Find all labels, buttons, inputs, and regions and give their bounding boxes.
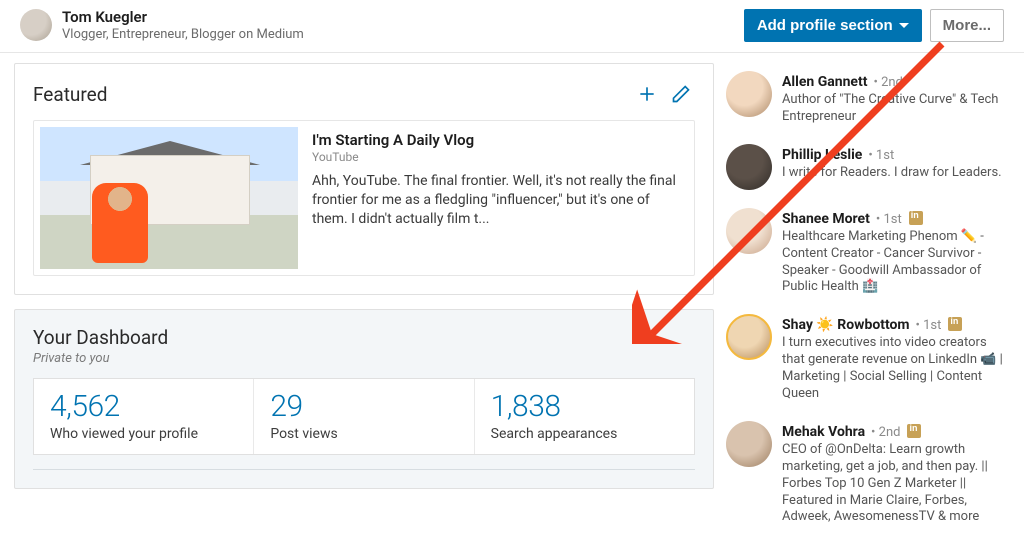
user-headline: Vlogger, Entrepreneur, Blogger on Medium [62,27,304,42]
featured-item-source: YouTube [312,150,680,164]
add-profile-section-label: Add profile section [757,17,893,34]
user-avatar[interactable] [20,9,52,41]
person-row[interactable]: Mehak Vohra • 2nd CEO of @OnDelta: Learn… [726,413,1014,536]
stat-value: 29 [270,389,457,424]
stat-label: Search appearances [491,426,678,442]
featured-thumbnail [40,127,298,269]
add-featured-button[interactable] [633,80,661,108]
stat-search-appearances[interactable]: 1,838 Search appearances [475,379,694,454]
person-degree: • 1st [876,212,902,227]
featured-title: Featured [33,83,107,106]
premium-badge-icon [948,317,962,331]
dashboard-card: Your Dashboard Private to you 4,562 Who … [14,309,714,489]
plus-icon [637,84,657,104]
premium-badge-icon [907,424,921,438]
person-row[interactable]: Allen Gannett • 2nd Author of "The Creat… [726,63,1014,136]
featured-item-title: I'm Starting A Daily Vlog [312,131,680,149]
person-avatar [726,421,772,467]
person-name: Phillip Leslie [782,147,862,163]
person-name: Shanee Moret [782,211,870,227]
person-degree: • 1st [868,148,894,163]
stat-value: 1,838 [491,389,678,424]
people-sidebar: Allen Gannett • 2nd Author of "The Creat… [726,63,1014,536]
person-degree: • 2nd [873,75,902,90]
featured-item-description: Ahh, YouTube. The final frontier. Well, … [312,172,680,229]
pencil-icon [671,84,691,104]
person-name: Mehak Vohra [782,424,865,440]
featured-card: Featured I'm Starting A Daily Vlog You [14,63,714,295]
person-headline: I turn executives into video creators th… [782,335,1010,403]
premium-badge-icon [909,211,923,225]
person-avatar [726,208,772,254]
stat-label: Post views [270,426,457,442]
person-row[interactable]: Shay ☀️ Rowbottom • 1st I turn executive… [726,306,1014,413]
person-row[interactable]: Shanee Moret • 1st Healthcare Marketing … [726,200,1014,307]
user-identity: Tom Kuegler Vlogger, Entrepreneur, Blogg… [62,8,304,42]
more-label: More... [943,17,991,34]
person-avatar [726,71,772,117]
user-name: Tom Kuegler [62,8,304,26]
dashboard-divider [33,469,695,470]
featured-item[interactable]: I'm Starting A Daily Vlog YouTube Ahh, Y… [33,120,695,276]
stat-profile-views[interactable]: 4,562 Who viewed your profile [34,379,254,454]
person-avatar [726,144,772,190]
person-degree: • 2nd [871,425,900,440]
edit-featured-button[interactable] [667,80,695,108]
person-degree: • 1st [916,318,942,333]
dashboard-subtitle: Private to you [33,351,695,366]
person-name: Allen Gannett [782,74,867,90]
person-headline: I write for Readers. I draw for Leaders. [782,165,1002,182]
person-row[interactable]: Phillip Leslie • 1st I write for Readers… [726,136,1014,200]
stat-post-views[interactable]: 29 Post views [254,379,474,454]
more-button[interactable]: More... [930,9,1004,42]
person-headline: Author of "The Creative Curve" & Tech En… [782,92,1010,126]
dashboard-stats: 4,562 Who viewed your profile 29 Post vi… [33,378,695,455]
person-avatar [726,314,772,360]
stat-value: 4,562 [50,389,237,424]
person-headline: Healthcare Marketing Phenom ✏️ - Content… [782,229,1010,297]
stat-label: Who viewed your profile [50,426,237,442]
dashboard-title: Your Dashboard [33,326,695,349]
chevron-down-icon [899,23,909,28]
person-name: Shay ☀️ Rowbottom [782,317,910,333]
add-profile-section-button[interactable]: Add profile section [744,9,922,42]
profile-topbar: Tom Kuegler Vlogger, Entrepreneur, Blogg… [0,0,1024,53]
